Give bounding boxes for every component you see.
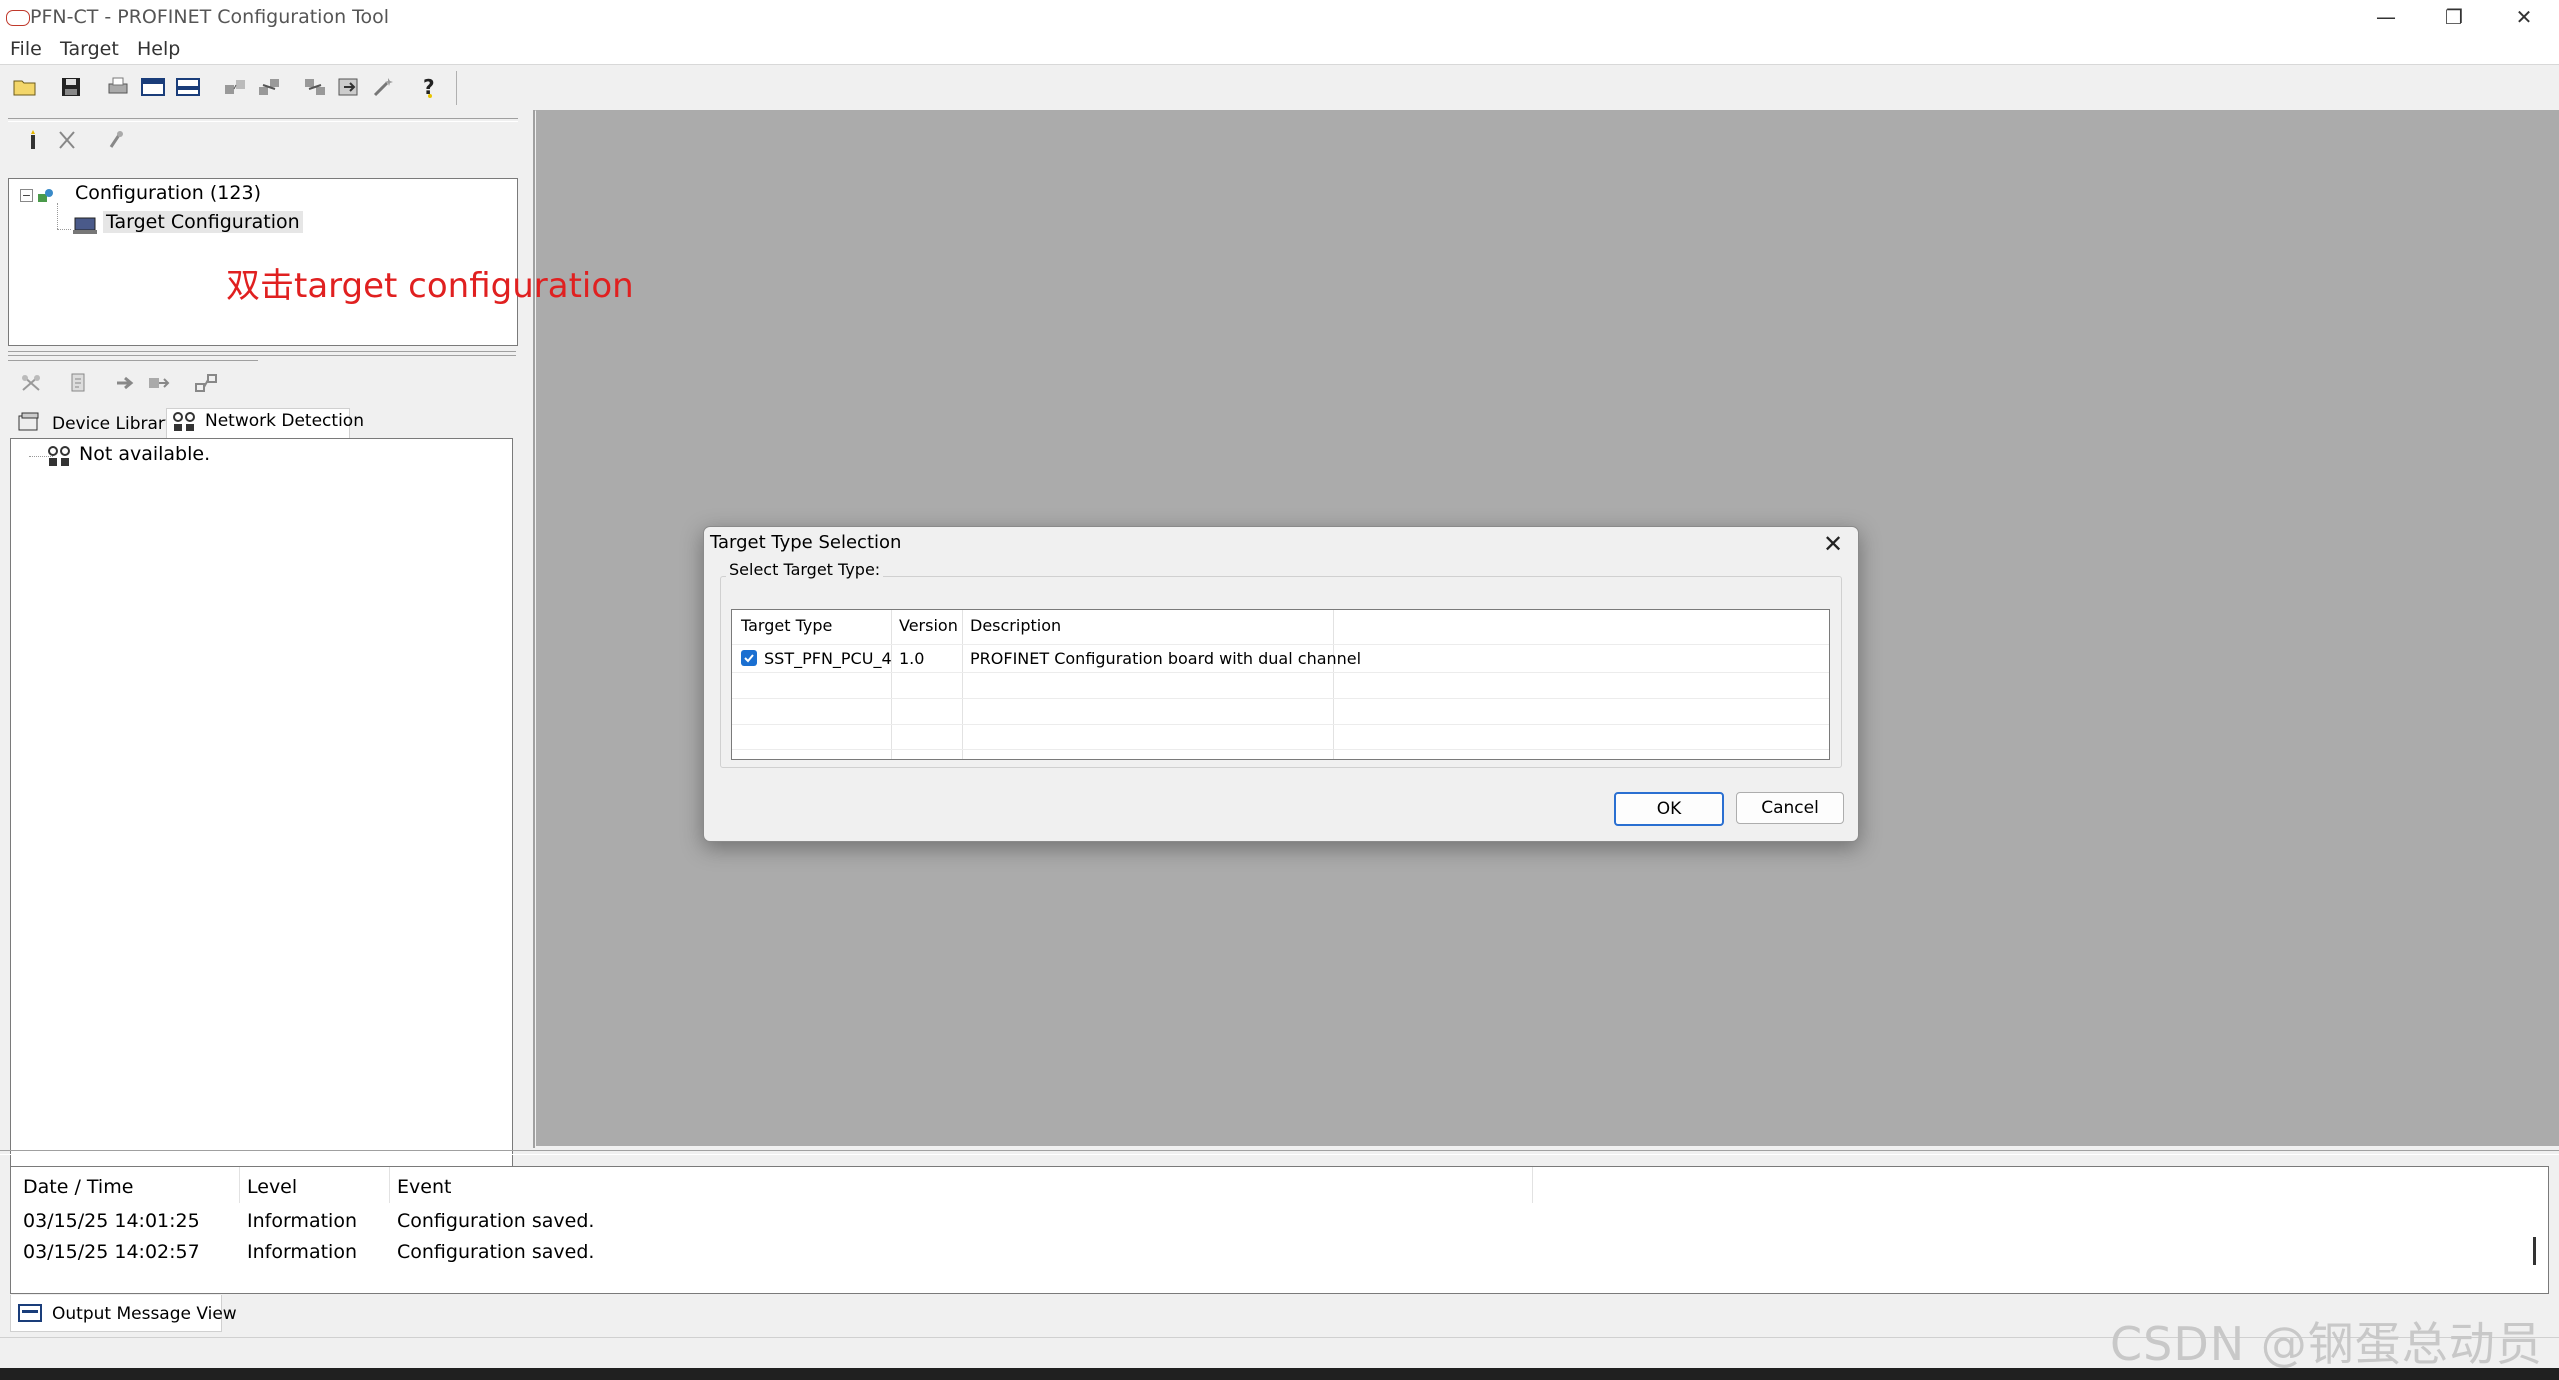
toolbar-separator — [456, 71, 457, 105]
target-board-icon — [73, 216, 97, 240]
cancel-button[interactable]: Cancel — [1736, 792, 1844, 824]
cell-level: Information — [247, 1210, 357, 1232]
row-separator — [732, 672, 1829, 673]
splitter[interactable] — [8, 351, 516, 356]
view2-icon[interactable] — [175, 74, 201, 100]
group-label: Select Target Type: — [726, 560, 884, 579]
menu-target[interactable]: Target — [60, 38, 119, 60]
tools-icon[interactable] — [104, 127, 130, 153]
arrow-right-icon[interactable] — [113, 370, 139, 396]
table-row[interactable]: SST_PFN_PCU_4 1.0 PROFINET Configuration… — [732, 645, 1829, 672]
tree-line — [57, 229, 71, 231]
network-detection-icon — [172, 411, 196, 437]
wizard-icon[interactable] — [371, 74, 397, 100]
upload-icon[interactable] — [256, 74, 282, 100]
export-icon[interactable] — [336, 74, 362, 100]
table-row[interactable]: 03/15/25 14:02:57 Information Configurat… — [11, 1238, 2501, 1268]
print-icon[interactable] — [105, 74, 131, 100]
menu-file[interactable]: File — [10, 38, 42, 60]
row-checkbox[interactable] — [741, 650, 757, 666]
download-icon[interactable] — [302, 74, 328, 100]
target-type-selection-dialog: Target Type Selection ✕ Select Target Ty… — [703, 526, 1859, 842]
output-message-panel: Date / Time Level Event 03/15/25 14:01:2… — [10, 1166, 2549, 1294]
remove-device-icon[interactable] — [54, 127, 80, 153]
network-item-not-available[interactable]: Not available. — [79, 443, 210, 465]
splitter[interactable] — [0, 1150, 2559, 1155]
annotation-text: 双击target configuration — [226, 266, 634, 306]
scan-icon[interactable] — [18, 370, 44, 396]
toolbar: ? — [0, 65, 2559, 111]
tab-network-detection[interactable]: Network Detection — [205, 411, 364, 431]
save-icon[interactable] — [58, 74, 84, 100]
open-icon[interactable] — [12, 74, 38, 100]
window-title: PFN-CT - PROFINET Configuration Tool — [30, 6, 390, 28]
menu-bar: File Target Help — [0, 34, 2559, 65]
column-separator — [962, 610, 963, 759]
column-header-target-type[interactable]: Target Type — [741, 616, 832, 635]
pane-separator — [8, 360, 258, 361]
view1-icon[interactable] — [140, 74, 166, 100]
restore-button[interactable]: ❐ — [2419, 0, 2489, 34]
column-separator — [239, 1167, 240, 1203]
taskbar-edge — [0, 1368, 2559, 1380]
cell-datetime: 03/15/25 14:02:57 — [23, 1241, 200, 1263]
menu-help[interactable]: Help — [137, 38, 180, 60]
column-header-description[interactable]: Description — [970, 616, 1061, 635]
column-separator — [389, 1167, 390, 1203]
output-view-icon — [18, 1303, 42, 1327]
column-separator — [1532, 1167, 1533, 1203]
cell-version: 1.0 — [899, 649, 925, 668]
table-row[interactable]: 03/15/25 14:01:25 Information Configurat… — [11, 1207, 2501, 1237]
tree-item-target-configuration[interactable]: Target Configuration — [103, 211, 303, 233]
column-separator — [1333, 610, 1334, 759]
pane-separator — [8, 118, 518, 122]
target-type-list[interactable]: Target Type Version Description SST_PFN_… — [731, 609, 1830, 760]
title-bar: PFN-CT - PROFINET Configuration Tool — ❐… — [0, 0, 2559, 34]
network-icon[interactable] — [222, 74, 248, 100]
network-folder-icon — [37, 187, 55, 209]
cell-datetime: 03/15/25 14:01:25 — [23, 1210, 200, 1232]
help-icon[interactable]: ? — [417, 74, 443, 100]
row-separator — [732, 698, 1829, 699]
column-separator — [891, 610, 892, 759]
watermark: CSDN @钢蛋总动员 — [2110, 1317, 2543, 1371]
collapse-toggle[interactable]: − — [20, 189, 33, 202]
minimize-button[interactable]: — — [2351, 0, 2421, 34]
column-header-version[interactable]: Version — [899, 616, 958, 635]
tree-root-configuration[interactable]: Configuration (123) — [75, 182, 261, 204]
column-header-event[interactable]: Event — [397, 1176, 451, 1198]
device-library-icon — [18, 412, 40, 436]
dialog-close-icon[interactable]: ✕ — [1818, 529, 1848, 559]
scrollbar-thumb[interactable] — [2533, 1237, 2536, 1265]
column-header-level[interactable]: Level — [247, 1176, 297, 1198]
network-node-icon — [46, 444, 72, 472]
close-button[interactable]: ✕ — [2489, 0, 2559, 34]
cell-description: PROFINET Configuration board with dual c… — [970, 649, 1362, 668]
add-device-icon[interactable] — [20, 127, 46, 153]
ok-button[interactable]: OK — [1614, 792, 1724, 826]
properties-icon[interactable] — [66, 370, 92, 396]
cell-event: Configuration saved. — [397, 1241, 595, 1263]
cell-target-type: SST_PFN_PCU_4 — [764, 649, 892, 668]
cell-level: Information — [247, 1241, 357, 1263]
row-separator — [732, 749, 1829, 750]
tree-line — [57, 203, 59, 229]
network-detection-panel: Not available. — [10, 438, 513, 1248]
column-header-datetime[interactable]: Date / Time — [23, 1176, 133, 1198]
transfer-icon[interactable] — [146, 370, 172, 396]
app-icon — [6, 10, 30, 26]
topology-icon[interactable] — [193, 370, 219, 396]
row-separator — [732, 724, 1829, 725]
tab-device-library[interactable]: Device Library — [52, 414, 175, 434]
cell-event: Configuration saved. — [397, 1210, 595, 1232]
dialog-title: Target Type Selection — [710, 532, 902, 553]
tab-output-message-view[interactable]: Output Message View — [52, 1304, 237, 1324]
